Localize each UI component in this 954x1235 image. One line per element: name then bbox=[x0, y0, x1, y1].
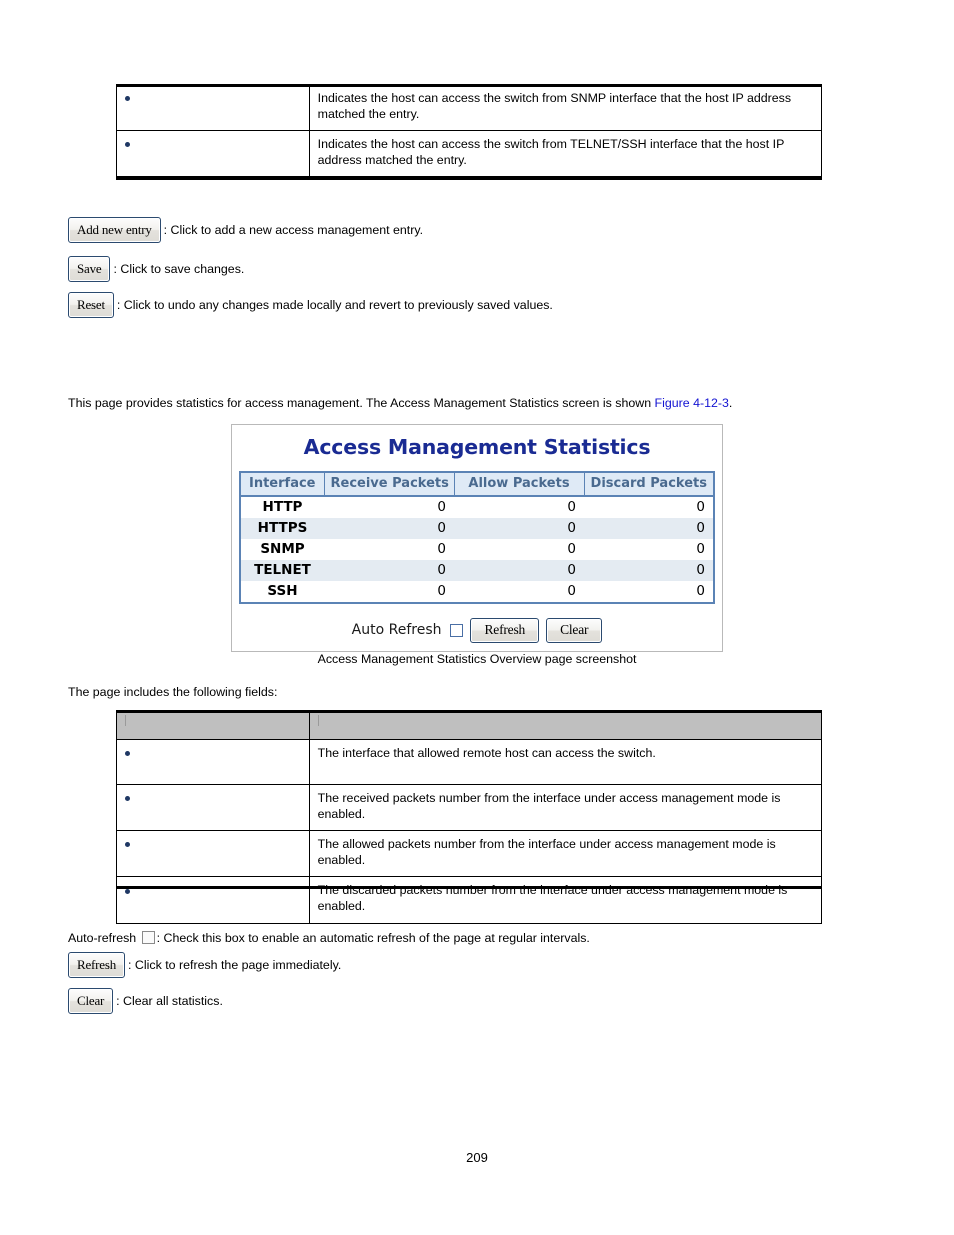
cell-interface: SNMP bbox=[260, 541, 305, 557]
clear-help-row: Clear : Clear all statistics. bbox=[68, 988, 223, 1014]
description-cell: Indicates the host can access the switch… bbox=[308, 130, 823, 178]
cell-allow-packets: 0 bbox=[454, 560, 584, 581]
cell-discard-packets: 0 bbox=[584, 560, 714, 581]
clear-button[interactable]: Clear bbox=[546, 618, 603, 643]
cell-interface: HTTP bbox=[262, 499, 303, 515]
cell-receive-packets: 0 bbox=[437, 583, 446, 599]
refresh-help-row: Refresh : Click to refresh the page imme… bbox=[68, 952, 341, 978]
page-title: Access Management Statistics bbox=[303, 435, 651, 459]
description-cell: The discarded packets number from the in… bbox=[308, 876, 823, 924]
page-number: 209 bbox=[466, 1150, 488, 1165]
cell-receive-packets: 0 bbox=[437, 499, 446, 515]
column-header-object bbox=[116, 712, 310, 740]
cell-discard-packets: 0 bbox=[584, 518, 714, 539]
bullet-dot-icon bbox=[125, 96, 130, 102]
bullet-cell bbox=[116, 83, 310, 132]
table-row: HTTP 0 0 0 bbox=[240, 496, 714, 518]
bullet-dot-icon bbox=[125, 751, 130, 757]
cell-discard-packets: 0 bbox=[696, 499, 705, 515]
cell-discard-packets: 0 bbox=[696, 583, 705, 599]
table-row: SNMP 0 0 0 bbox=[240, 539, 714, 560]
cell-receive-packets: 0 bbox=[324, 518, 454, 539]
cell-allow-packets: 0 bbox=[567, 583, 576, 599]
table-row: The discarded packets number from the in… bbox=[116, 876, 823, 924]
auto-refresh-help-text: : Check this box to enable an automatic … bbox=[156, 931, 590, 945]
bullet-dot-icon bbox=[125, 888, 130, 894]
access-management-statistics-table: Interface Receive Packets Allow Packets … bbox=[239, 471, 715, 604]
bullet-cell bbox=[116, 739, 310, 785]
refresh-button[interactable]: Refresh bbox=[68, 952, 126, 978]
cell-interface: HTTPS bbox=[240, 518, 324, 539]
auto-refresh-checkbox[interactable] bbox=[450, 623, 464, 637]
screenshot-panel: Access Management Statistics Interface R… bbox=[231, 424, 723, 652]
top-table-bottom-rule bbox=[116, 177, 822, 180]
fields-intro-text: The page includes the following fields: bbox=[68, 685, 278, 699]
figure-caption: Access Management Statistics Overview pa… bbox=[317, 652, 637, 666]
fields-table-bottom-rule bbox=[116, 886, 822, 889]
table-row: Indicates the host can access the switch… bbox=[116, 130, 823, 178]
column-header-discard-packets: Discard Packets bbox=[584, 472, 714, 497]
column-header-description bbox=[308, 712, 823, 740]
cell-interface: TELNET bbox=[240, 560, 324, 581]
table-row: TELNET 0 0 0 bbox=[240, 560, 714, 581]
intro-before-link: This page provides statistics for access… bbox=[68, 396, 655, 410]
cell-allow-packets: 0 bbox=[454, 518, 584, 539]
auto-refresh-help-prefix: Auto-refresh bbox=[68, 931, 137, 945]
cell-allow-packets: 0 bbox=[567, 499, 576, 515]
bullet-dot-icon bbox=[125, 796, 130, 802]
intro-after-link: . bbox=[728, 396, 733, 410]
table-row: HTTPS 0 0 0 bbox=[240, 518, 714, 539]
description-cell: The received packets number from the int… bbox=[308, 784, 823, 832]
clear-help-text: : Clear all statistics. bbox=[116, 994, 223, 1008]
column-header-interface: Interface bbox=[240, 472, 325, 497]
reset-help-text: : Click to undo any changes made locally… bbox=[116, 298, 553, 312]
reset-button[interactable]: Reset bbox=[68, 292, 114, 318]
description-cell: The allowed packets number from the inte… bbox=[308, 830, 823, 878]
bullet-cell bbox=[116, 130, 310, 178]
column-header-receive-packets: Receive Packets bbox=[324, 472, 455, 497]
screenshot-controls: Auto Refresh Refresh Clear bbox=[232, 618, 722, 643]
bullet-cell bbox=[116, 876, 310, 924]
table-row: The received packets number from the int… bbox=[116, 784, 823, 832]
table-header-row: Interface Receive Packets Allow Packets … bbox=[240, 472, 714, 497]
save-help-text: : Click to save changes. bbox=[113, 262, 245, 276]
description-cell: The interface that allowed remote host c… bbox=[308, 739, 823, 785]
table-row: The interface that allowed remote host c… bbox=[116, 739, 823, 785]
bullet-dot-icon bbox=[125, 842, 130, 848]
clear-button[interactable]: Clear bbox=[68, 988, 114, 1014]
auto-refresh-checkbox[interactable] bbox=[141, 931, 155, 944]
reset-help-row: Reset : Click to undo any changes made l… bbox=[68, 292, 553, 318]
cell-allow-packets: 0 bbox=[567, 541, 576, 557]
save-button[interactable]: Save bbox=[68, 256, 111, 282]
bullet-cell bbox=[116, 784, 310, 832]
column-header-allow-packets: Allow Packets bbox=[454, 472, 585, 497]
add-new-entry-help-text: : Click to add a new access management e… bbox=[163, 223, 424, 237]
cell-discard-packets: 0 bbox=[696, 541, 705, 557]
figure-reference-link[interactable]: Figure 4-12-3 bbox=[655, 396, 729, 410]
intro-paragraph: This page provides statistics for access… bbox=[68, 396, 868, 412]
auto-refresh-help-row: Auto-refresh : Check this box to enable … bbox=[68, 931, 898, 947]
description-cell: Indicates the host can access the switch… bbox=[308, 83, 823, 132]
table-header-row bbox=[116, 712, 823, 740]
fields-description-table: The interface that allowed remote host c… bbox=[116, 712, 823, 924]
bullet-cell bbox=[116, 830, 310, 878]
add-new-entry-help-row: Add new entry : Click to add a new acces… bbox=[68, 217, 423, 243]
save-help-row: Save : Click to save changes. bbox=[68, 256, 244, 282]
refresh-button[interactable]: Refresh bbox=[470, 618, 540, 643]
header-tick-mark bbox=[317, 715, 319, 726]
bullet-dot-icon bbox=[125, 142, 130, 148]
table-row: SSH 0 0 0 bbox=[240, 581, 714, 603]
header-tick-mark bbox=[125, 715, 126, 726]
auto-refresh-label: Auto Refresh bbox=[351, 622, 442, 639]
table-row: The allowed packets number from the inte… bbox=[116, 830, 823, 878]
add-new-entry-button[interactable]: Add new entry bbox=[68, 217, 161, 243]
cell-interface: SSH bbox=[267, 583, 298, 599]
top-description-table: Indicates the host can access the switch… bbox=[116, 83, 823, 178]
refresh-help-text: : Click to refresh the page immediately. bbox=[128, 958, 342, 972]
cell-receive-packets: 0 bbox=[324, 560, 454, 581]
cell-receive-packets: 0 bbox=[437, 541, 446, 557]
table-row: Indicates the host can access the switch… bbox=[116, 83, 823, 132]
